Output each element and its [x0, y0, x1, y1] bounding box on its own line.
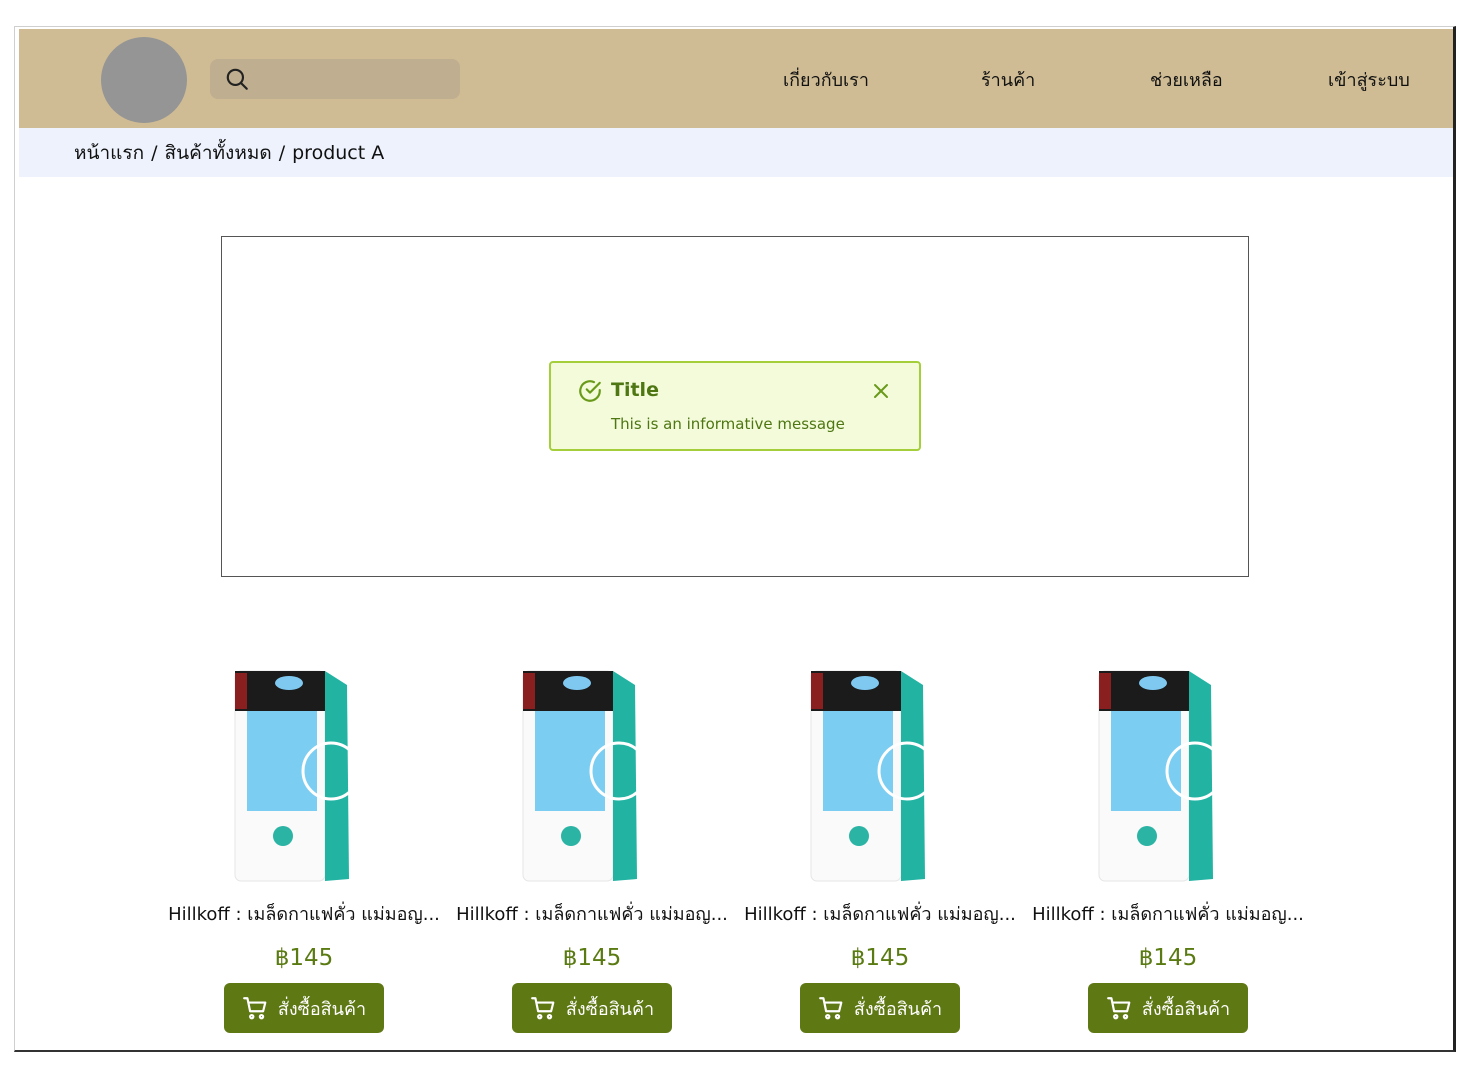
- breadcrumb-current: product A: [292, 141, 385, 164]
- check-circle-icon: [579, 380, 601, 402]
- product-card[interactable]: Hillkoff : เมล็ดกาแฟคั่ว แม่มอญ... ฿145 …: [163, 639, 445, 1049]
- header: เกี่ยวกับเรา ร้านค้า ช่วยเหลือ เข้าสู่ระ…: [19, 29, 1453, 128]
- alert-message: This is an informative message: [611, 415, 845, 433]
- breadcrumb-separator: /: [151, 141, 158, 164]
- buy-button-label: สั่งซื้อสินค้า: [277, 998, 367, 1019]
- cart-icon: [242, 997, 267, 1020]
- nav-login[interactable]: เข้าสู่ระบบ: [1328, 65, 1410, 94]
- buy-button[interactable]: สั่งซื้อสินค้า: [512, 983, 672, 1033]
- nav-help[interactable]: ช่วยเหลือ: [1150, 65, 1223, 94]
- product-name[interactable]: Hillkoff : เมล็ดกาแฟคั่ว แม่มอญ...: [739, 899, 1021, 928]
- buy-button[interactable]: สั่งซื้อสินค้า: [224, 983, 384, 1033]
- content-box: Title This is an informative message: [221, 236, 1249, 577]
- cart-icon: [818, 997, 843, 1020]
- buy-button-label: สั่งซื้อสินค้า: [1141, 998, 1231, 1019]
- product-card[interactable]: Hillkoff : เมล็ดกาแฟคั่ว แม่มอญ... ฿145 …: [739, 639, 1021, 1049]
- buy-button[interactable]: สั่งซื้อสินค้า: [800, 983, 960, 1033]
- close-icon[interactable]: [871, 381, 891, 401]
- product-name[interactable]: Hillkoff : เมล็ดกาแฟคั่ว แม่มอญ...: [163, 899, 445, 928]
- cart-icon: [530, 997, 555, 1020]
- product-list: Hillkoff : เมล็ดกาแฟคั่ว แม่มอญ... ฿145 …: [163, 639, 1313, 1049]
- product-image[interactable]: [485, 651, 705, 891]
- product-image[interactable]: [197, 651, 417, 891]
- avatar[interactable]: [101, 37, 187, 123]
- buy-button-label: สั่งซื้อสินค้า: [853, 998, 943, 1019]
- buy-button[interactable]: สั่งซื้อสินค้า: [1088, 983, 1248, 1033]
- product-price: ฿145: [850, 945, 910, 971]
- product-price: ฿145: [562, 945, 622, 971]
- app-window: เกี่ยวกับเรา ร้านค้า ช่วยเหลือ เข้าสู่ระ…: [14, 26, 1456, 1052]
- product-name[interactable]: Hillkoff : เมล็ดกาแฟคั่ว แม่มอญ...: [451, 899, 733, 928]
- breadcrumb-home[interactable]: หน้าแรก: [74, 138, 144, 168]
- product-card[interactable]: Hillkoff : เมล็ดกาแฟคั่ว แม่มอญ... ฿145 …: [451, 639, 733, 1049]
- breadcrumb-separator: /: [278, 141, 286, 164]
- search-icon[interactable]: [224, 66, 250, 92]
- nav-about[interactable]: เกี่ยวกับเรา: [783, 65, 869, 94]
- breadcrumb-all-products[interactable]: สินค้าทั้งหมด: [165, 138, 272, 168]
- product-price: ฿145: [274, 945, 334, 971]
- product-image[interactable]: [1061, 651, 1281, 891]
- alert: Title This is an informative message: [549, 361, 921, 451]
- nav-shop[interactable]: ร้านค้า: [981, 65, 1035, 94]
- product-name[interactable]: Hillkoff : เมล็ดกาแฟคั่ว แม่มอญ...: [1027, 899, 1309, 928]
- product-price: ฿145: [1138, 945, 1198, 971]
- product-image[interactable]: [773, 651, 993, 891]
- alert-title: Title: [611, 379, 659, 401]
- cart-icon: [1106, 997, 1131, 1020]
- buy-button-label: สั่งซื้อสินค้า: [565, 998, 655, 1019]
- breadcrumb: หน้าแรก / สินค้าทั้งหมด / product A: [19, 128, 1453, 177]
- search-bar[interactable]: [210, 59, 460, 99]
- product-card[interactable]: Hillkoff : เมล็ดกาแฟคั่ว แม่มอญ... ฿145 …: [1027, 639, 1309, 1049]
